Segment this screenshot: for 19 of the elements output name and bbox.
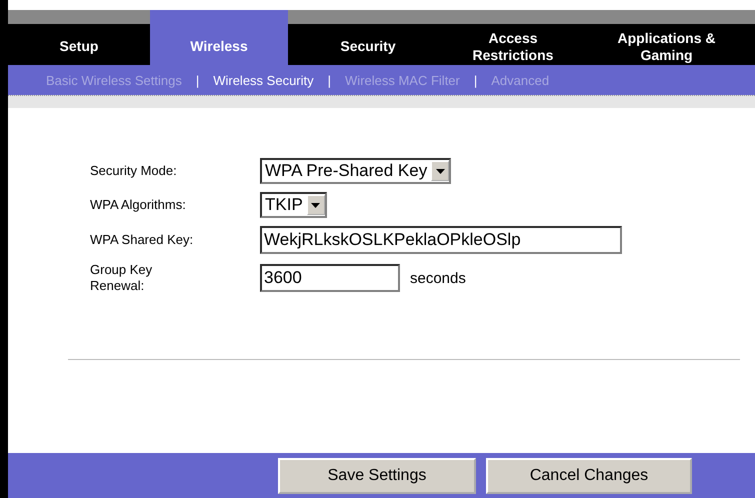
field-label: WPA Shared Key:: [90, 232, 194, 248]
input-field[interactable]: 3600: [260, 264, 400, 292]
input-field[interactable]: WekjRLkskOSLKPeklaOPkleOSlp: [260, 226, 622, 254]
subnav-link[interactable]: Wireless Security: [213, 72, 314, 88]
field-label: WPA Algorithms:: [90, 197, 187, 213]
caret-icon: [306, 195, 325, 215]
save-button[interactable]: Save Settings: [278, 458, 476, 494]
field-label: Security Mode:: [90, 163, 178, 179]
nav-tab[interactable]: Wireless: [150, 10, 288, 65]
unit-label: seconds: [410, 270, 466, 286]
separator: |: [474, 72, 478, 88]
dropdown[interactable]: TKIP: [260, 192, 327, 218]
nav-tab[interactable]: Applications & Gaming: [578, 10, 755, 65]
caret-icon: [431, 161, 450, 181]
separator: |: [328, 72, 332, 88]
dropdown[interactable]: WPA Pre-Shared Key: [260, 158, 452, 184]
separator: |: [196, 72, 200, 88]
cancel-button[interactable]: Cancel Changes: [486, 458, 692, 494]
field-label: Group Key Renewal:: [90, 262, 154, 294]
